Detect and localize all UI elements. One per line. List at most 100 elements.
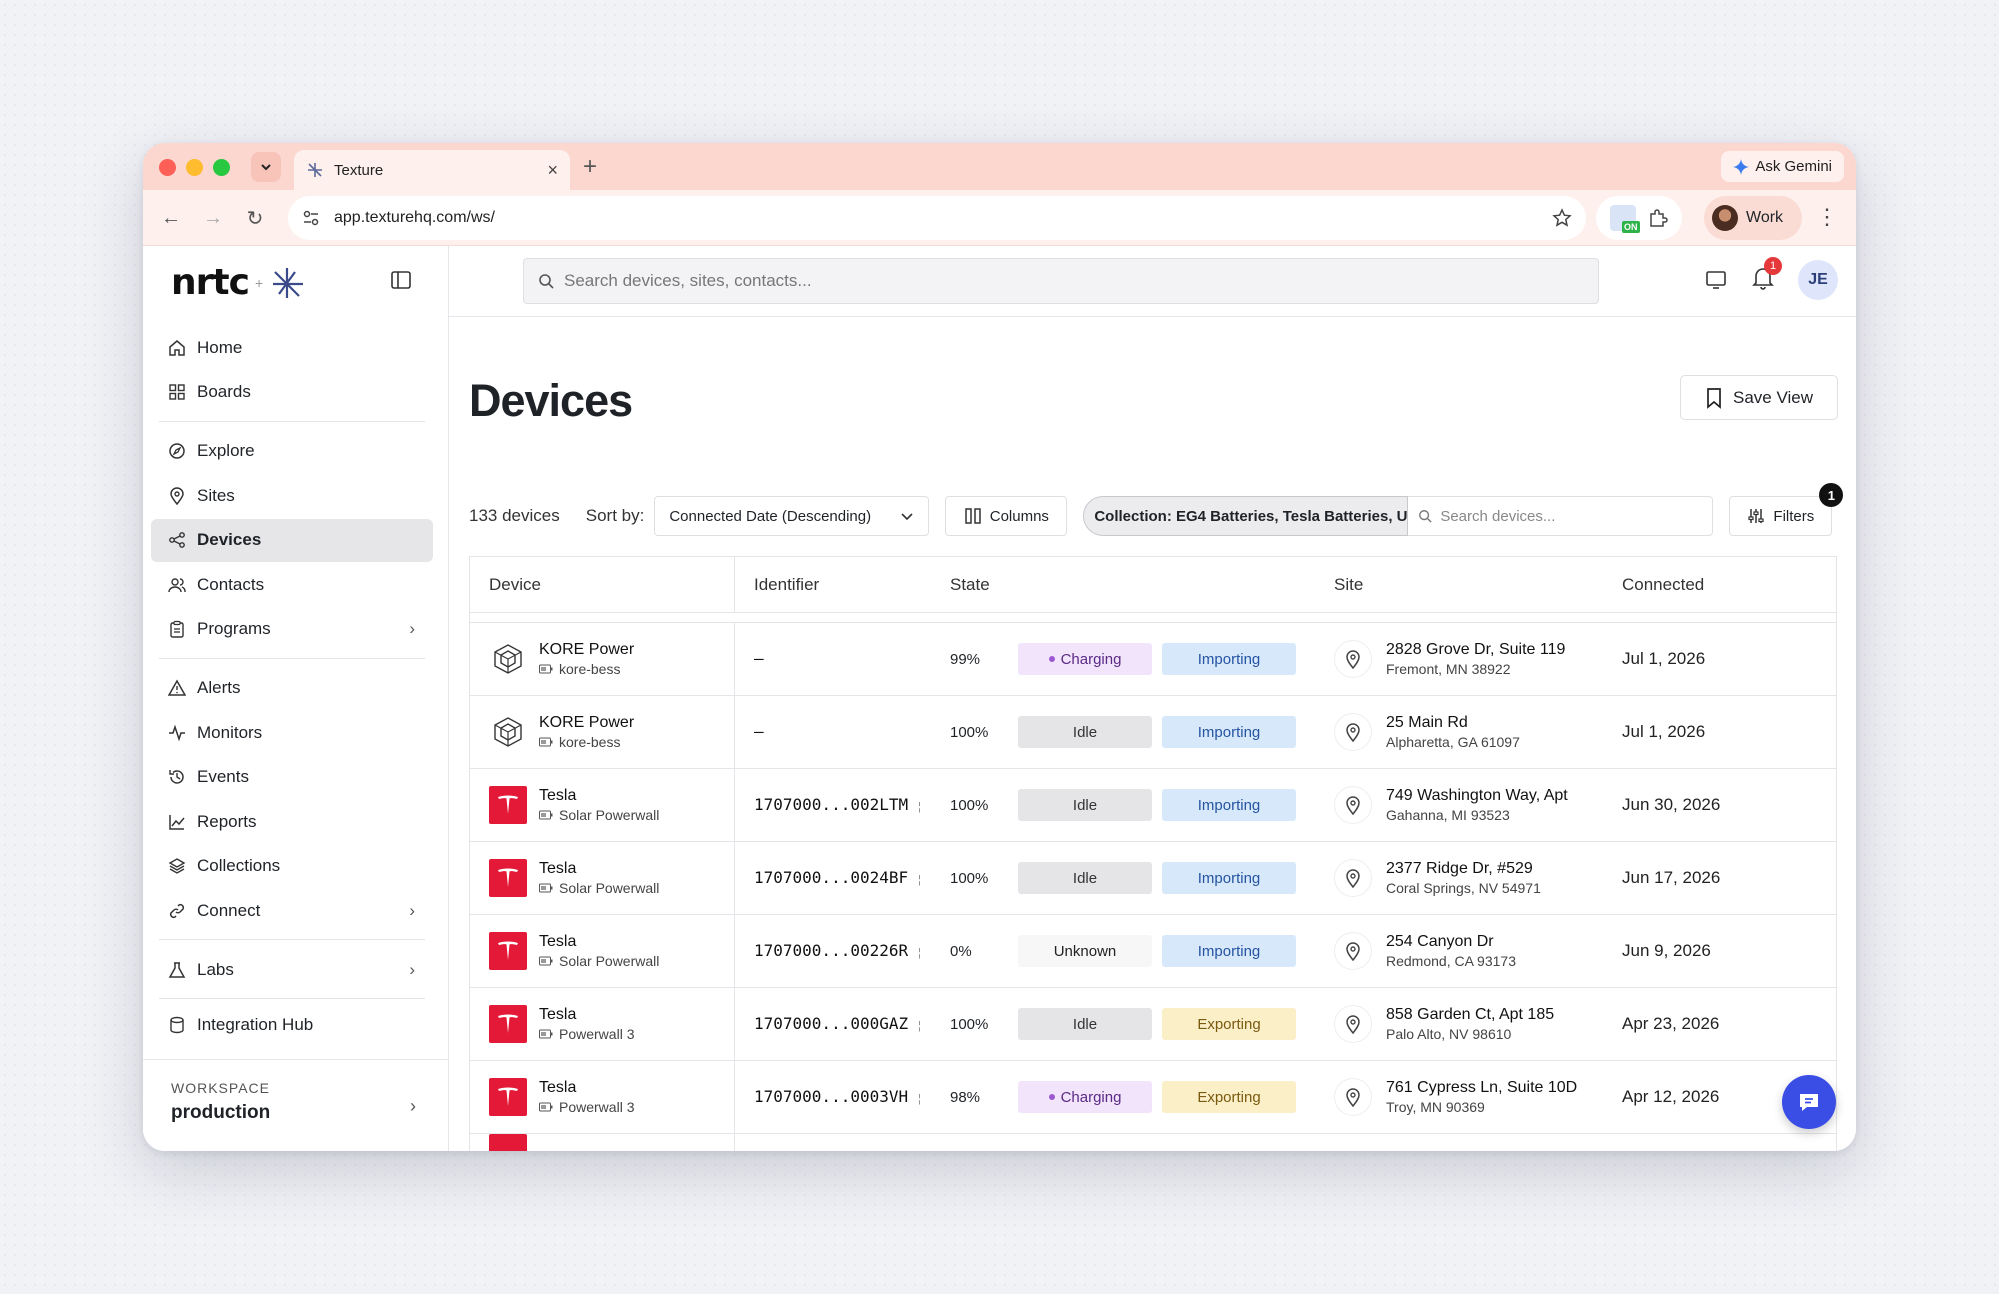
monitor-icon[interactable] bbox=[1704, 268, 1728, 292]
profile-button[interactable]: Work bbox=[1704, 196, 1802, 240]
address-line-2: Redmond, CA 93173 bbox=[1386, 953, 1516, 969]
collection-filter-chip[interactable]: Collection: EG4 Batteries, Tesla Batteri… bbox=[1083, 496, 1409, 536]
sidebar-item-integration-hub[interactable]: Integration Hub bbox=[151, 1007, 433, 1035]
reload-button[interactable]: ↻ bbox=[241, 204, 269, 232]
sidebar-item-monitors[interactable]: Monitors bbox=[151, 711, 433, 754]
state-cell: 100% Idle Importing bbox=[950, 789, 1334, 821]
site-link[interactable]: 254 Canyon Dr Redmond, CA 93173 bbox=[1334, 932, 1622, 970]
bookmark-star-icon[interactable] bbox=[1552, 208, 1572, 228]
device-identifier[interactable]: 1707000...000GAZ bbox=[754, 1014, 908, 1033]
site-link[interactable]: 858 Garden Ct, Apt 185 Palo Alto, NV 9861… bbox=[1334, 1005, 1622, 1043]
flow-badge: Exporting bbox=[1162, 1081, 1296, 1113]
table-row-partial[interactable] bbox=[470, 1134, 1836, 1151]
site-link[interactable]: 2377 Ridge Dr, #529 Coral Springs, NV 549… bbox=[1334, 859, 1622, 897]
table-row[interactable]: Tesla Powerwall 3 1707000...000GAZ ¦ 100% Idl… bbox=[470, 988, 1836, 1061]
columns-icon bbox=[964, 508, 981, 524]
device-info: Tesla Powerwall 3 bbox=[539, 1079, 634, 1115]
device-search-input[interactable]: Search devices... bbox=[1408, 496, 1714, 536]
sidebar-item-sites[interactable]: Sites bbox=[151, 474, 433, 517]
close-window-button[interactable] bbox=[159, 159, 176, 176]
tab-search-button[interactable] bbox=[251, 152, 281, 182]
connected-date: Jul 1, 2026 bbox=[1622, 649, 1706, 668]
ask-gemini-button[interactable]: Ask Gemini bbox=[1721, 151, 1844, 182]
table-row[interactable]: Tesla Solar Powerwall 1707000...00226R ¦ 0% U… bbox=[470, 915, 1836, 988]
sidebar-item-explore[interactable]: Explore bbox=[151, 430, 433, 473]
new-tab-button[interactable]: + bbox=[583, 153, 597, 181]
header-identifier[interactable]: Identifier bbox=[735, 575, 950, 595]
map-pin-icon bbox=[1334, 786, 1372, 824]
chat-support-button[interactable] bbox=[1782, 1075, 1836, 1129]
global-search-input[interactable]: Search devices, sites, contacts... bbox=[523, 258, 1599, 304]
address-line-1: 858 Garden Ct, Apt 185 bbox=[1386, 1006, 1555, 1023]
sidebar-item-programs[interactable]: Programs › bbox=[151, 608, 433, 651]
filters-button[interactable]: Filters 1 bbox=[1729, 483, 1844, 536]
browser-menu-icon[interactable]: ⋮ bbox=[1816, 204, 1838, 230]
sidebar-item-devices[interactable]: Devices bbox=[151, 518, 433, 562]
connected-cell: Jul 1, 2026 bbox=[1622, 649, 1836, 669]
device-model: kore-bess bbox=[539, 734, 634, 750]
close-tab-icon[interactable]: × bbox=[547, 160, 558, 181]
save-view-button[interactable]: Save View bbox=[1680, 375, 1838, 420]
history-icon bbox=[167, 767, 187, 787]
site-link[interactable]: 2828 Grove Dr, Suite 119 Fremont, MN 3892… bbox=[1334, 640, 1622, 678]
header-connected[interactable]: Connected bbox=[1622, 575, 1836, 595]
sort-select[interactable]: Connected Date (Descending) bbox=[654, 496, 930, 536]
sidebar-item-collections[interactable]: Collections bbox=[151, 845, 433, 888]
header-site[interactable]: Site bbox=[1334, 575, 1622, 595]
device-identifier[interactable]: 1707000...0024BF bbox=[754, 868, 908, 887]
on-extension-icon[interactable]: ON bbox=[1609, 205, 1640, 233]
bookmark-icon bbox=[1707, 387, 1721, 409]
back-button[interactable]: ← bbox=[157, 204, 185, 232]
device-identifier[interactable]: – bbox=[754, 722, 764, 741]
address-line-2: Palo Alto, NV 98610 bbox=[1386, 1026, 1512, 1042]
texture-favicon-icon bbox=[308, 163, 322, 177]
sidebar-item-contacts[interactable]: Contacts bbox=[151, 563, 433, 606]
header-state[interactable]: State bbox=[950, 575, 1334, 595]
tesla-logo-icon bbox=[489, 1005, 527, 1043]
sidebar-item-alerts[interactable]: Alerts bbox=[151, 667, 433, 710]
table-row[interactable]: Tesla Powerwall 3 1707000...0003VH ¦ 98% Char… bbox=[470, 1061, 1836, 1134]
columns-button[interactable]: Columns bbox=[945, 496, 1068, 536]
site-link[interactable]: 25 Main Rd Alpharetta, GA 61097 bbox=[1334, 713, 1622, 751]
sidebar-item-labs[interactable]: Labs › bbox=[151, 948, 433, 991]
device-identifier[interactable]: 1707000...00226R bbox=[754, 941, 908, 960]
device-identifier[interactable]: 1707000...002LTM bbox=[754, 795, 908, 814]
browser-tab[interactable]: Texture × bbox=[294, 150, 570, 190]
table-row[interactable]: Tesla Solar Powerwall 1707000...002LTM ¦ 100… bbox=[470, 769, 1836, 842]
copy-indicator-icon[interactable]: ¦ bbox=[918, 874, 921, 886]
forward-button[interactable]: → bbox=[199, 204, 227, 232]
site-link[interactable]: 749 Washington Way, Apt Gahanna, MI 93523 bbox=[1334, 786, 1622, 824]
sidebar-item-events[interactable]: Events bbox=[151, 756, 433, 799]
copy-indicator-icon[interactable]: ¦ bbox=[918, 947, 921, 959]
brand-logo[interactable]: nrtc + bbox=[171, 262, 307, 303]
header-device[interactable]: Device bbox=[470, 557, 735, 612]
site-address: 749 Washington Way, Apt Gahanna, MI 93523 bbox=[1386, 787, 1568, 823]
copy-indicator-icon[interactable]: ¦ bbox=[918, 1093, 921, 1105]
copy-indicator-icon[interactable]: ¦ bbox=[918, 1020, 921, 1032]
device-brand: Tesla bbox=[539, 860, 577, 877]
battery-icon bbox=[539, 661, 553, 677]
address-line-2: Troy, MN 90369 bbox=[1386, 1099, 1485, 1115]
address-bar[interactable]: app.texturehq.com/ws/ bbox=[288, 196, 1586, 240]
sidebar-item-boards[interactable]: Boards bbox=[151, 371, 433, 414]
notifications-button[interactable]: 1 bbox=[1750, 256, 1782, 296]
workspace-switcher[interactable]: WORKSPACE production › bbox=[143, 1059, 448, 1151]
table-row[interactable]: Tesla Solar Powerwall 1707000...0024BF ¦ 100… bbox=[470, 842, 1836, 915]
user-avatar[interactable]: JE bbox=[1798, 260, 1838, 300]
maximize-window-button[interactable] bbox=[213, 159, 230, 176]
sidebar-item-home[interactable]: Home bbox=[151, 326, 433, 369]
sidebar-item-reports[interactable]: Reports bbox=[151, 800, 433, 843]
site-settings-icon[interactable] bbox=[302, 209, 320, 227]
minimize-window-button[interactable] bbox=[186, 159, 203, 176]
nav-divider bbox=[159, 998, 425, 999]
table-row[interactable]: KORE Power kore-bess – 99% Charging Importing… bbox=[470, 623, 1836, 696]
table-row[interactable]: KORE Power kore-bess – 100% Idle Importing 25 … bbox=[470, 696, 1836, 769]
device-identifier[interactable]: 1707000...0003VH bbox=[754, 1087, 908, 1106]
copy-indicator-icon[interactable]: ¦ bbox=[918, 801, 921, 813]
collapse-sidebar-icon[interactable] bbox=[389, 268, 413, 292]
site-cell: 25 Main Rd Alpharetta, GA 61097 bbox=[1334, 713, 1622, 751]
extensions-puzzle-icon[interactable] bbox=[1647, 207, 1669, 229]
sidebar-item-connect[interactable]: Connect › bbox=[151, 889, 433, 932]
device-identifier[interactable]: – bbox=[754, 649, 764, 668]
site-link[interactable]: 761 Cypress Ln, Suite 10D Troy, MN 90369 bbox=[1334, 1078, 1622, 1116]
